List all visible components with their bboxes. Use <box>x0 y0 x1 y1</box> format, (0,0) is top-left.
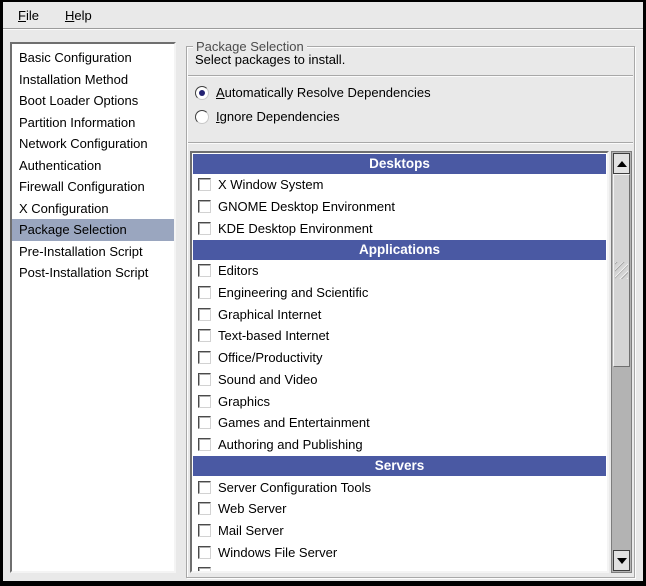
package-row[interactable] <box>192 563 607 573</box>
scrollbar-thumb[interactable] <box>613 174 630 367</box>
checkbox-unchecked-icon[interactable] <box>198 524 211 537</box>
package-row[interactable]: Text-based Internet <box>192 325 607 347</box>
category-header: Applications <box>193 240 606 260</box>
down-arrow-icon <box>617 558 627 564</box>
package-label[interactable]: X Window System <box>218 177 323 192</box>
package-row[interactable]: Engineering and Scientific <box>192 282 607 304</box>
package-list-area: Desktops X Window System GNOME Desktop Env… <box>190 151 632 573</box>
package-label[interactable]: Windows File Server <box>218 545 337 560</box>
checkbox-unchecked-icon[interactable] <box>198 546 211 559</box>
package-row[interactable]: Mail Server <box>192 520 607 542</box>
package-label[interactable]: Mail Server <box>218 523 284 538</box>
package-row[interactable]: Graphics <box>192 390 607 412</box>
package-row[interactable]: Web Server <box>192 498 607 520</box>
package-row[interactable]: Office/Productivity <box>192 347 607 369</box>
package-label[interactable]: Server Configuration Tools <box>218 480 371 495</box>
sidebar-item[interactable]: Installation Method <box>12 69 174 91</box>
package-label[interactable]: Graphics <box>218 394 270 409</box>
package-row[interactable]: Games and Entertainment <box>192 412 607 434</box>
sidebar-item[interactable]: X Configuration <box>12 198 174 220</box>
checkbox-unchecked-icon[interactable] <box>198 481 211 494</box>
menu-file-label: ile <box>26 8 39 23</box>
sidebar-item[interactable]: Firewall Configuration <box>12 176 174 198</box>
sidebar-item[interactable]: Pre-Installation Script <box>12 241 174 263</box>
package-label[interactable]: GNOME Desktop Environment <box>218 199 395 214</box>
menu-file[interactable]: File <box>14 6 43 25</box>
sidebar-item[interactable]: Authentication <box>12 155 174 177</box>
package-row[interactable]: Graphical Internet <box>192 303 607 325</box>
radio-auto-resolve[interactable]: Automatically Resolve Dependencies <box>195 84 431 101</box>
checkbox-unchecked-icon[interactable] <box>198 502 211 515</box>
radio-ignore-deps-label[interactable]: Ignore Dependencies <box>216 109 340 124</box>
package-label[interactable]: KDE Desktop Environment <box>218 221 373 236</box>
package-selection-group: Package Selection Select packages to ins… <box>186 46 635 578</box>
package-label[interactable]: Sound and Video <box>218 372 318 387</box>
scroll-up-button[interactable] <box>613 153 630 174</box>
checkbox-unchecked-icon[interactable] <box>198 329 211 342</box>
sidebar-item[interactable]: Basic Configuration <box>12 47 174 69</box>
checkbox-unchecked-icon[interactable] <box>198 416 211 429</box>
sidebar-item[interactable]: Partition Information <box>12 112 174 134</box>
package-list: Desktops X Window System GNOME Desktop Env… <box>190 151 609 573</box>
package-row[interactable]: GNOME Desktop Environment <box>192 196 607 218</box>
section-list: Basic ConfigurationInstallation MethodBo… <box>10 42 176 573</box>
checkbox-unchecked-icon[interactable] <box>198 395 211 408</box>
sidebar-item[interactable]: Post-Installation Script <box>12 262 174 284</box>
package-row[interactable]: KDE Desktop Environment <box>192 217 607 239</box>
menu-help-label: elp <box>74 8 91 23</box>
menu-file-mnemonic: F <box>18 8 26 23</box>
checkbox-unchecked-icon[interactable] <box>198 567 211 573</box>
checkbox-unchecked-icon[interactable] <box>198 222 211 235</box>
sidebar-item[interactable]: Package Selection <box>12 219 174 241</box>
package-label[interactable]: Authoring and Publishing <box>218 437 363 452</box>
package-label[interactable]: Office/Productivity <box>218 350 323 365</box>
checkbox-unchecked-icon[interactable] <box>198 286 211 299</box>
separator <box>188 142 633 144</box>
radio-dot <box>199 90 205 96</box>
thumb-grip-icon <box>615 262 628 279</box>
checkbox-unchecked-icon[interactable] <box>198 264 211 277</box>
instruction-text: Select packages to install. <box>195 52 345 67</box>
package-row[interactable]: Editors <box>192 260 607 282</box>
sidebar-item[interactable]: Network Configuration <box>12 133 174 155</box>
package-row[interactable]: Server Configuration Tools <box>192 476 607 498</box>
package-row[interactable]: Authoring and Publishing <box>192 434 607 456</box>
separator <box>188 75 633 77</box>
package-label[interactable]: Engineering and Scientific <box>218 285 368 300</box>
radio-selected-icon[interactable] <box>195 86 209 100</box>
checkbox-unchecked-icon[interactable] <box>198 438 211 451</box>
package-label[interactable]: Graphical Internet <box>218 307 321 322</box>
package-row[interactable]: Sound and Video <box>192 369 607 391</box>
radio-ignore-deps[interactable]: Ignore Dependencies <box>195 108 340 125</box>
sidebar-item[interactable]: Boot Loader Options <box>12 90 174 112</box>
checkbox-unchecked-icon[interactable] <box>198 178 211 191</box>
package-label[interactable]: Text-based Internet <box>218 328 329 343</box>
checkbox-unchecked-icon[interactable] <box>198 351 211 364</box>
category-header: Servers <box>193 456 606 476</box>
package-row[interactable]: Windows File Server <box>192 541 607 563</box>
menu-help-mnemonic: H <box>65 8 74 23</box>
category-header: Desktops <box>193 154 606 174</box>
checkbox-unchecked-icon[interactable] <box>198 200 211 213</box>
kickstart-configurator-window: File Help Basic ConfigurationInstallatio… <box>0 0 646 586</box>
package-row[interactable]: X Window System <box>192 174 607 196</box>
radio-auto-resolve-label[interactable]: Automatically Resolve Dependencies <box>216 85 431 100</box>
menu-help[interactable]: Help <box>61 6 96 25</box>
menu-bar: File Help <box>3 2 643 28</box>
scroll-down-button[interactable] <box>613 550 630 571</box>
up-arrow-icon <box>617 161 627 167</box>
radio-unselected-icon[interactable] <box>195 110 209 124</box>
checkbox-unchecked-icon[interactable] <box>198 373 211 386</box>
menu-bar-separator <box>3 28 643 30</box>
package-label[interactable]: Web Server <box>218 501 286 516</box>
checkbox-unchecked-icon[interactable] <box>198 308 211 321</box>
package-label[interactable]: Editors <box>218 263 258 278</box>
package-label[interactable]: Games and Entertainment <box>218 415 370 430</box>
vertical-scrollbar[interactable] <box>611 151 632 573</box>
